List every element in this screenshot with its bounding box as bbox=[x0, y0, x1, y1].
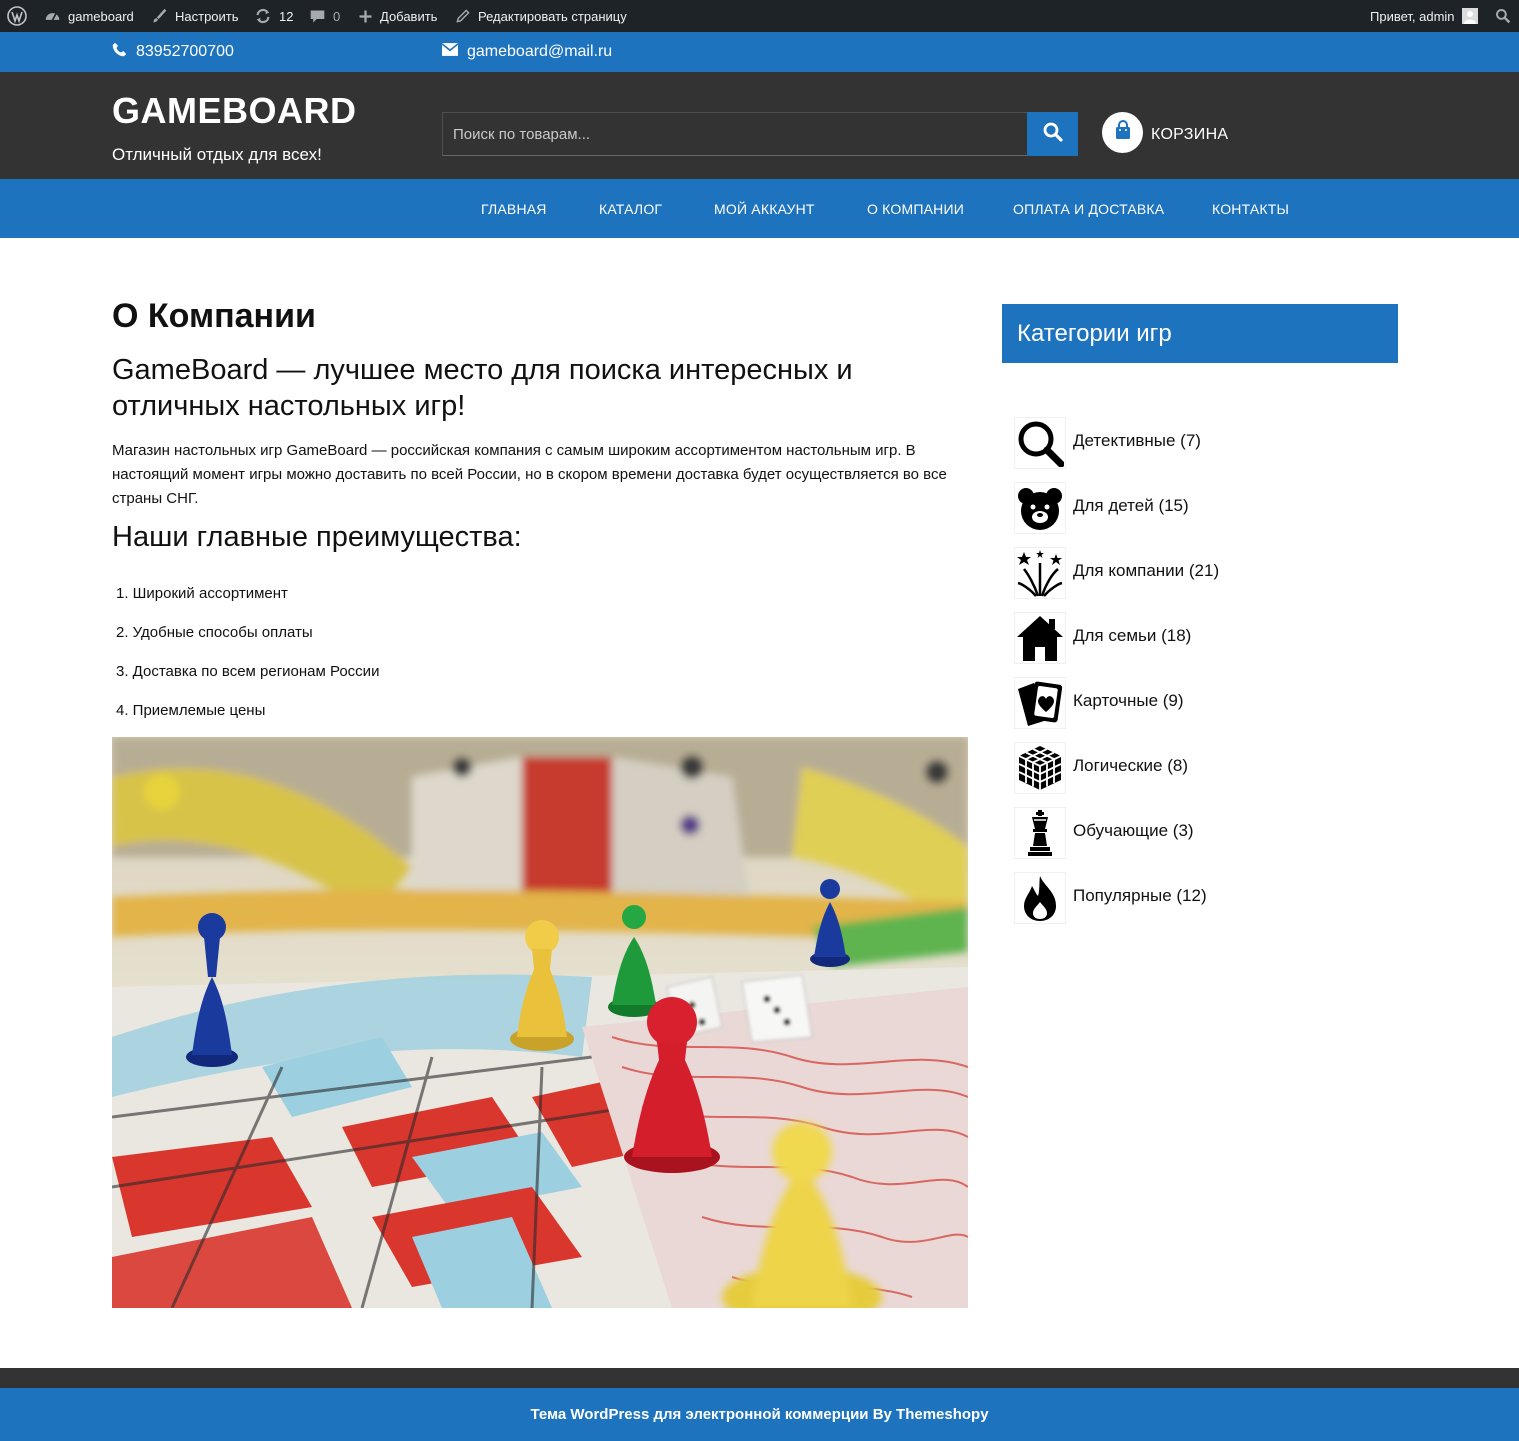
chess-queen-icon bbox=[1014, 807, 1066, 859]
adminbar-comments-link[interactable]: 0 bbox=[309, 0, 340, 32]
cart-label[interactable]: КОРЗИНА bbox=[1151, 126, 1228, 144]
nav-item-contacts[interactable]: КОНТАКТЫ bbox=[1212, 179, 1289, 238]
category-label: Логические (8) bbox=[1073, 756, 1189, 775]
page-title: О Компании bbox=[112, 297, 316, 335]
category-item[interactable]: Для семьи (18) bbox=[1014, 612, 1314, 664]
adminbar-site-name: gameboard bbox=[68, 8, 134, 24]
advantage-item: 1. Широкий ассортимент bbox=[116, 585, 288, 602]
adminbar-edit-page-label: Редактировать страницу bbox=[478, 8, 627, 24]
envelope-icon bbox=[441, 43, 459, 61]
footer-credits: Тема WordPress для электронной коммерции… bbox=[0, 1388, 1519, 1441]
categories-widget-title: Категории игр bbox=[1002, 304, 1398, 363]
site-tagline: Отличный отдых для всех! bbox=[112, 145, 322, 164]
email-address: gameboard@mail.ru bbox=[467, 43, 613, 60]
adminbar-updates-link[interactable]: 12 bbox=[254, 0, 293, 32]
category-item[interactable]: Карточные (9) bbox=[1014, 677, 1314, 729]
wordpress-logo-icon[interactable] bbox=[7, 0, 27, 32]
advantage-item: 4. Приемлемые цены bbox=[116, 702, 266, 719]
adminbar-add-new-label: Добавить bbox=[380, 8, 438, 24]
updates-icon bbox=[254, 7, 272, 25]
nav-item-catalog[interactable]: КАТАЛОГ bbox=[599, 179, 662, 238]
adminbar-account-link[interactable]: Привет, admin bbox=[1370, 0, 1478, 32]
nav-item-home[interactable]: ГЛАВНАЯ bbox=[481, 179, 547, 238]
phone-number: 83952700700 bbox=[136, 43, 234, 60]
category-label: Для детей (15) bbox=[1073, 496, 1189, 515]
board-game-photo bbox=[112, 737, 968, 1308]
teddy-bear-icon bbox=[1014, 482, 1066, 534]
phone-contact[interactable]: 83952700700 bbox=[112, 32, 234, 72]
adminbar-greeting: Привет, admin bbox=[1370, 8, 1455, 24]
nav-item-payment-delivery[interactable]: ОПЛАТА И ДОСТАВКА bbox=[1013, 179, 1164, 238]
rubik-cube-icon bbox=[1014, 742, 1066, 794]
adminbar-customize-label: Настроить bbox=[175, 8, 239, 24]
nav-item-about[interactable]: О КОМПАНИИ bbox=[867, 179, 964, 238]
adminbar-add-new-link[interactable]: Добавить bbox=[358, 0, 437, 32]
category-label: Популярные (12) bbox=[1073, 886, 1207, 905]
adminbar-updates-count: 12 bbox=[279, 8, 294, 24]
cart-button[interactable] bbox=[1102, 112, 1143, 153]
advantage-item: 2. Удобные способы оплаты bbox=[116, 624, 313, 641]
email-contact[interactable]: gameboard@mail.ru bbox=[441, 32, 613, 72]
main-navigation: ГЛАВНАЯ КАТАЛОГ МОЙ АККАУНТ О КОМПАНИИ О… bbox=[0, 179, 1519, 238]
footer-credit-link[interactable]: Тема WordPress для электронной коммерции… bbox=[530, 1406, 988, 1423]
playing-cards-icon bbox=[1014, 677, 1066, 729]
avatar bbox=[1461, 8, 1478, 24]
search-button[interactable] bbox=[1027, 112, 1078, 156]
category-label: Карточные (9) bbox=[1073, 691, 1184, 710]
pencil-icon bbox=[455, 8, 471, 24]
fireworks-icon bbox=[1014, 547, 1066, 599]
category-item[interactable]: Для детей (15) bbox=[1014, 482, 1314, 534]
comment-icon bbox=[309, 8, 326, 25]
advantages-heading: Наши главные преимущества: bbox=[112, 521, 522, 553]
category-item[interactable]: Популярные (12) bbox=[1014, 872, 1314, 924]
advantage-item: 3. Доставка по всем регионам России bbox=[116, 663, 380, 680]
search-icon bbox=[1043, 122, 1063, 147]
brush-icon bbox=[151, 8, 168, 25]
admin-bar: gameboard Настроить 12 0 Добавить Редакт… bbox=[0, 0, 1519, 32]
site-header: GAMEBOARD Отличный отдых для всех! Поиск… bbox=[0, 72, 1519, 179]
category-label: Для семьи (18) bbox=[1073, 626, 1192, 645]
phone-icon bbox=[112, 42, 127, 62]
magnifier-icon bbox=[1014, 417, 1066, 469]
search-placeholder: Поиск по товарам... bbox=[453, 125, 591, 143]
category-item[interactable]: Логические (8) bbox=[1014, 742, 1314, 794]
category-label: Детективные (7) bbox=[1073, 431, 1201, 450]
flame-icon bbox=[1014, 872, 1066, 924]
category-item[interactable]: Обучающие (3) bbox=[1014, 807, 1314, 859]
shopping-bag-icon bbox=[1113, 120, 1133, 145]
intro-paragraph: Магазин настольных игр GameBoard — росси… bbox=[112, 442, 947, 507]
adminbar-edit-page-link[interactable]: Редактировать страницу bbox=[455, 0, 627, 32]
footer-band bbox=[0, 1368, 1519, 1388]
product-search-input[interactable]: Поиск по товарам... bbox=[442, 112, 1028, 156]
site-title[interactable]: GAMEBOARD bbox=[112, 90, 357, 132]
dashboard-icon bbox=[44, 8, 61, 25]
contact-strip: 83952700700 gameboard@mail.ru bbox=[0, 32, 1519, 72]
lead-heading: GameBoard — лучшее место для поиска инте… bbox=[112, 354, 853, 422]
category-label: Для компании (21) bbox=[1073, 561, 1220, 580]
adminbar-customize-link[interactable]: Настроить bbox=[151, 0, 239, 32]
category-item[interactable]: Детективные (7) bbox=[1014, 417, 1314, 469]
plus-icon bbox=[358, 9, 373, 24]
house-icon bbox=[1014, 612, 1066, 664]
adminbar-search-icon[interactable] bbox=[1495, 0, 1511, 32]
nav-item-my-account[interactable]: МОЙ АККАУНТ bbox=[714, 179, 815, 238]
adminbar-site-link[interactable]: gameboard bbox=[44, 0, 134, 32]
category-item[interactable]: Для компании (21) bbox=[1014, 547, 1314, 599]
category-label: Обучающие (3) bbox=[1073, 821, 1194, 840]
adminbar-comments-count: 0 bbox=[333, 8, 341, 24]
